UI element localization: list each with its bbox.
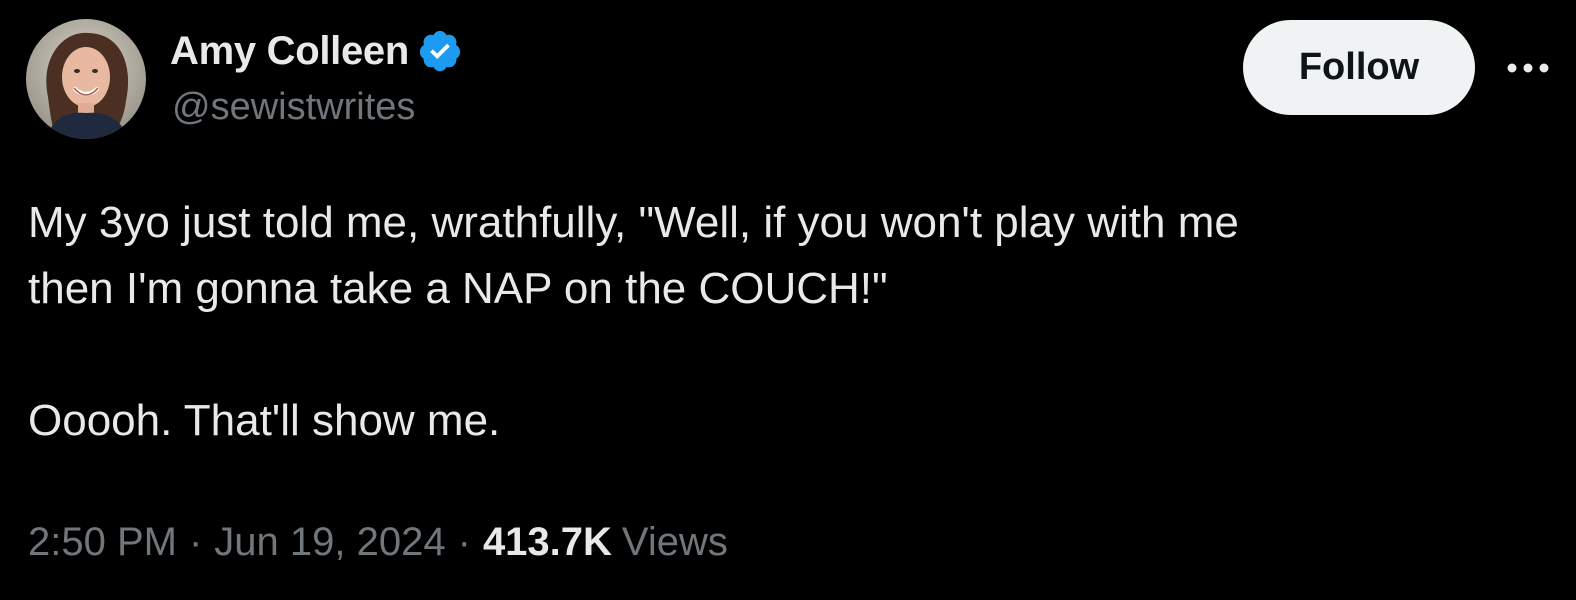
tweet-time[interactable]: 2:50 PM bbox=[28, 520, 177, 565]
views-count[interactable]: 413.7K bbox=[483, 520, 612, 565]
views-label: Views bbox=[621, 520, 728, 564]
follow-button[interactable]: Follow bbox=[1243, 20, 1475, 115]
author-handle[interactable]: @sewistwrites bbox=[172, 86, 415, 129]
more-horizontal-icon bbox=[1507, 63, 1549, 73]
meta-separator: · bbox=[457, 520, 471, 564]
tweet-paragraph: My 3yo just told me, wrathfully, "Well, … bbox=[28, 198, 1239, 313]
verified-badge-icon[interactable] bbox=[417, 28, 463, 74]
more-options-button[interactable] bbox=[1500, 48, 1556, 88]
avatar-photo bbox=[26, 19, 146, 139]
tweet-meta: 2:50 PM · Jun 19, 2024 · 413.7K Views bbox=[28, 520, 728, 565]
avatar[interactable] bbox=[26, 19, 146, 139]
tweet-date[interactable]: Jun 19, 2024 bbox=[214, 520, 445, 565]
author-name-row: Amy Colleen bbox=[170, 24, 463, 78]
author-display-name[interactable]: Amy Colleen bbox=[170, 29, 409, 74]
tweet-paragraph: Ooooh. That'll show me. bbox=[28, 396, 501, 445]
tweet-text: My 3yo just told me, wrathfully, "Well, … bbox=[28, 190, 1528, 454]
meta-separator: · bbox=[188, 520, 203, 564]
tweet-card: Amy Colleen @sewistwrites Follow My 3yo … bbox=[0, 0, 1576, 600]
